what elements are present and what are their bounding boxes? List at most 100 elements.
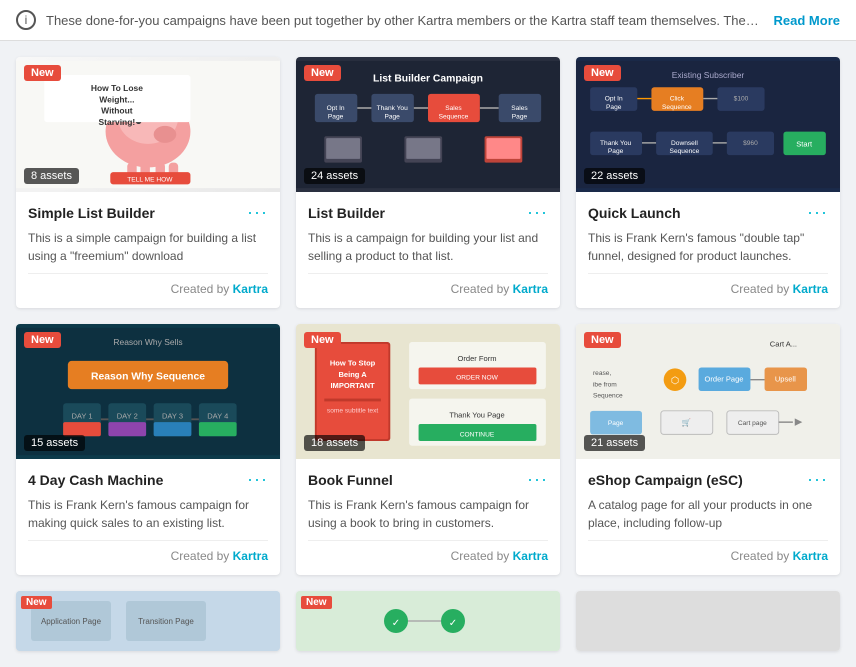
svg-text:Reason Why Sells: Reason Why Sells — [113, 337, 182, 347]
card-menu-icon[interactable]: ··· — [247, 202, 268, 223]
badge-new: New — [304, 332, 341, 348]
card-title-row: Simple List Builder ··· — [28, 202, 268, 223]
info-icon: i — [16, 10, 36, 30]
svg-text:Sequence: Sequence — [593, 393, 623, 400]
svg-text:DAY 2: DAY 2 — [117, 411, 138, 420]
svg-text:Transition Page: Transition Page — [138, 617, 194, 626]
badge-assets: 24 assets — [304, 168, 365, 184]
card-title: eShop Campaign (eSC) — [588, 472, 743, 488]
card-menu-icon[interactable]: ··· — [807, 469, 828, 490]
author-link[interactable]: Kartra — [513, 549, 548, 563]
card-image-wrapper: Reason Why Sells Reason Why Sequence DAY… — [16, 324, 280, 459]
card-description: This is a campaign for building your lis… — [308, 229, 548, 265]
bottom-card-2: ✓ ✓ New — [296, 591, 560, 651]
card-body: eShop Campaign (eSC) ··· A catalog page … — [576, 459, 840, 575]
svg-text:✓: ✓ — [449, 618, 457, 629]
svg-text:TELL ME HOW: TELL ME HOW — [127, 177, 173, 184]
author-link[interactable]: Kartra — [233, 282, 268, 296]
svg-text:Thank You: Thank You — [377, 105, 408, 112]
card-footer: Created by Kartra — [308, 540, 548, 563]
card-title-row: 4 Day Cash Machine ··· — [28, 469, 268, 490]
card-menu-icon[interactable]: ··· — [527, 469, 548, 490]
card-title-row: Book Funnel ··· — [308, 469, 548, 490]
badge-new: New — [584, 65, 621, 81]
svg-text:How To Lose: How To Lose — [91, 83, 143, 93]
card-4-day-cash-machine: Reason Why Sells Reason Why Sequence DAY… — [16, 324, 280, 575]
card-title: 4 Day Cash Machine — [28, 472, 163, 488]
svg-text:Click: Click — [670, 95, 685, 102]
card-menu-icon[interactable]: ··· — [807, 202, 828, 223]
svg-text:Cart A...: Cart A... — [770, 340, 797, 349]
card-partial-image: ✓ ✓ New — [296, 591, 560, 651]
card-title: Quick Launch — [588, 205, 681, 221]
card-description: This is Frank Kern's famous "double tap"… — [588, 229, 828, 265]
card-menu-icon[interactable]: ··· — [247, 469, 268, 490]
banner-text: These done-for-you campaigns have been p… — [46, 13, 764, 28]
svg-text:CONTINUE: CONTINUE — [460, 431, 495, 438]
card-body: Quick Launch ··· This is Frank Kern's fa… — [576, 192, 840, 308]
badge-assets: 8 assets — [24, 168, 79, 184]
svg-text:Being A: Being A — [338, 370, 367, 379]
card-image-wrapper: Existing Subscriber Opt In Page Click Se… — [576, 57, 840, 192]
card-list-builder: List Builder Campaign Opt In Page Thank … — [296, 57, 560, 308]
svg-text:Weight...: Weight... — [99, 94, 134, 104]
author-link[interactable]: Kartra — [513, 282, 548, 296]
badge-new: New — [301, 596, 332, 609]
author-link[interactable]: Kartra — [793, 282, 828, 296]
svg-text:Thank You: Thank You — [600, 140, 631, 147]
svg-text:Sequence: Sequence — [670, 148, 700, 155]
svg-text:How To Stop: How To Stop — [330, 359, 376, 368]
badge-assets: 18 assets — [304, 435, 365, 451]
card-body: Simple List Builder ··· This is a simple… — [16, 192, 280, 308]
card-body: List Builder ··· This is a campaign for … — [296, 192, 560, 308]
svg-text:Sales: Sales — [511, 105, 528, 112]
svg-text:$100: $100 — [734, 95, 749, 102]
svg-text:⬡: ⬡ — [671, 374, 679, 385]
author-link[interactable]: Kartra — [233, 549, 268, 563]
svg-text:DAY 1: DAY 1 — [71, 411, 92, 420]
card-footer: Created by Kartra — [28, 540, 268, 563]
author-link[interactable]: Kartra — [793, 549, 828, 563]
svg-text:rease,: rease, — [593, 370, 611, 377]
svg-text:DAY 4: DAY 4 — [207, 411, 228, 420]
card-title-row: eShop Campaign (eSC) ··· — [588, 469, 828, 490]
svg-text:DAY 3: DAY 3 — [162, 411, 183, 420]
card-title-row: Quick Launch ··· — [588, 202, 828, 223]
card-image-wrapper: How To Lose Weight... Without Starving! … — [16, 57, 280, 192]
svg-text:Opt In: Opt In — [327, 105, 345, 112]
card-body: Book Funnel ··· This is Frank Kern's fam… — [296, 459, 560, 575]
svg-text:Existing Subscriber: Existing Subscriber — [672, 70, 745, 80]
card-partial-image — [576, 591, 840, 651]
card-description: This is a simple campaign for building a… — [28, 229, 268, 265]
svg-text:Opt In: Opt In — [605, 95, 623, 102]
card-description: A catalog page for all your products in … — [588, 496, 828, 532]
card-title: Book Funnel — [308, 472, 393, 488]
card-book-funnel: How To Stop Being A IMPORTANT some subti… — [296, 324, 560, 575]
card-description: This is Frank Kern's famous campaign for… — [308, 496, 548, 532]
svg-text:Reason Why Sequence: Reason Why Sequence — [91, 372, 205, 383]
card-footer: Created by Kartra — [588, 273, 828, 296]
svg-text:Sales: Sales — [445, 105, 462, 112]
read-more-button[interactable]: Read More — [774, 13, 840, 28]
card-quick-launch: Existing Subscriber Opt In Page Click Se… — [576, 57, 840, 308]
card-partial-image: Application Page Transition Page New — [16, 591, 280, 651]
card-footer: Created by Kartra — [28, 273, 268, 296]
card-eshop-campaign: Cart A... rease, ibe from Sequence ⬡ Ord… — [576, 324, 840, 575]
card-footer: Created by Kartra — [588, 540, 828, 563]
card-description: This is Frank Kern's famous campaign for… — [28, 496, 268, 532]
svg-text:Cart page: Cart page — [738, 420, 767, 427]
card-title: List Builder — [308, 205, 385, 221]
badge-assets: 15 assets — [24, 435, 85, 451]
svg-text:ORDER NOW: ORDER NOW — [456, 375, 499, 382]
card-menu-icon[interactable]: ··· — [527, 202, 548, 223]
badge-new: New — [24, 332, 61, 348]
bottom-partial-row: Application Page Transition Page New ✓ ✓… — [0, 591, 856, 667]
svg-text:Page: Page — [608, 420, 624, 427]
svg-text:Page: Page — [606, 104, 622, 111]
card-body: 4 Day Cash Machine ··· This is Frank Ker… — [16, 459, 280, 575]
svg-text:Application Page: Application Page — [41, 617, 102, 626]
card-simple-list-builder: How To Lose Weight... Without Starving! … — [16, 57, 280, 308]
badge-new: New — [304, 65, 341, 81]
badge-assets: 22 assets — [584, 168, 645, 184]
svg-text:✓: ✓ — [392, 618, 400, 629]
